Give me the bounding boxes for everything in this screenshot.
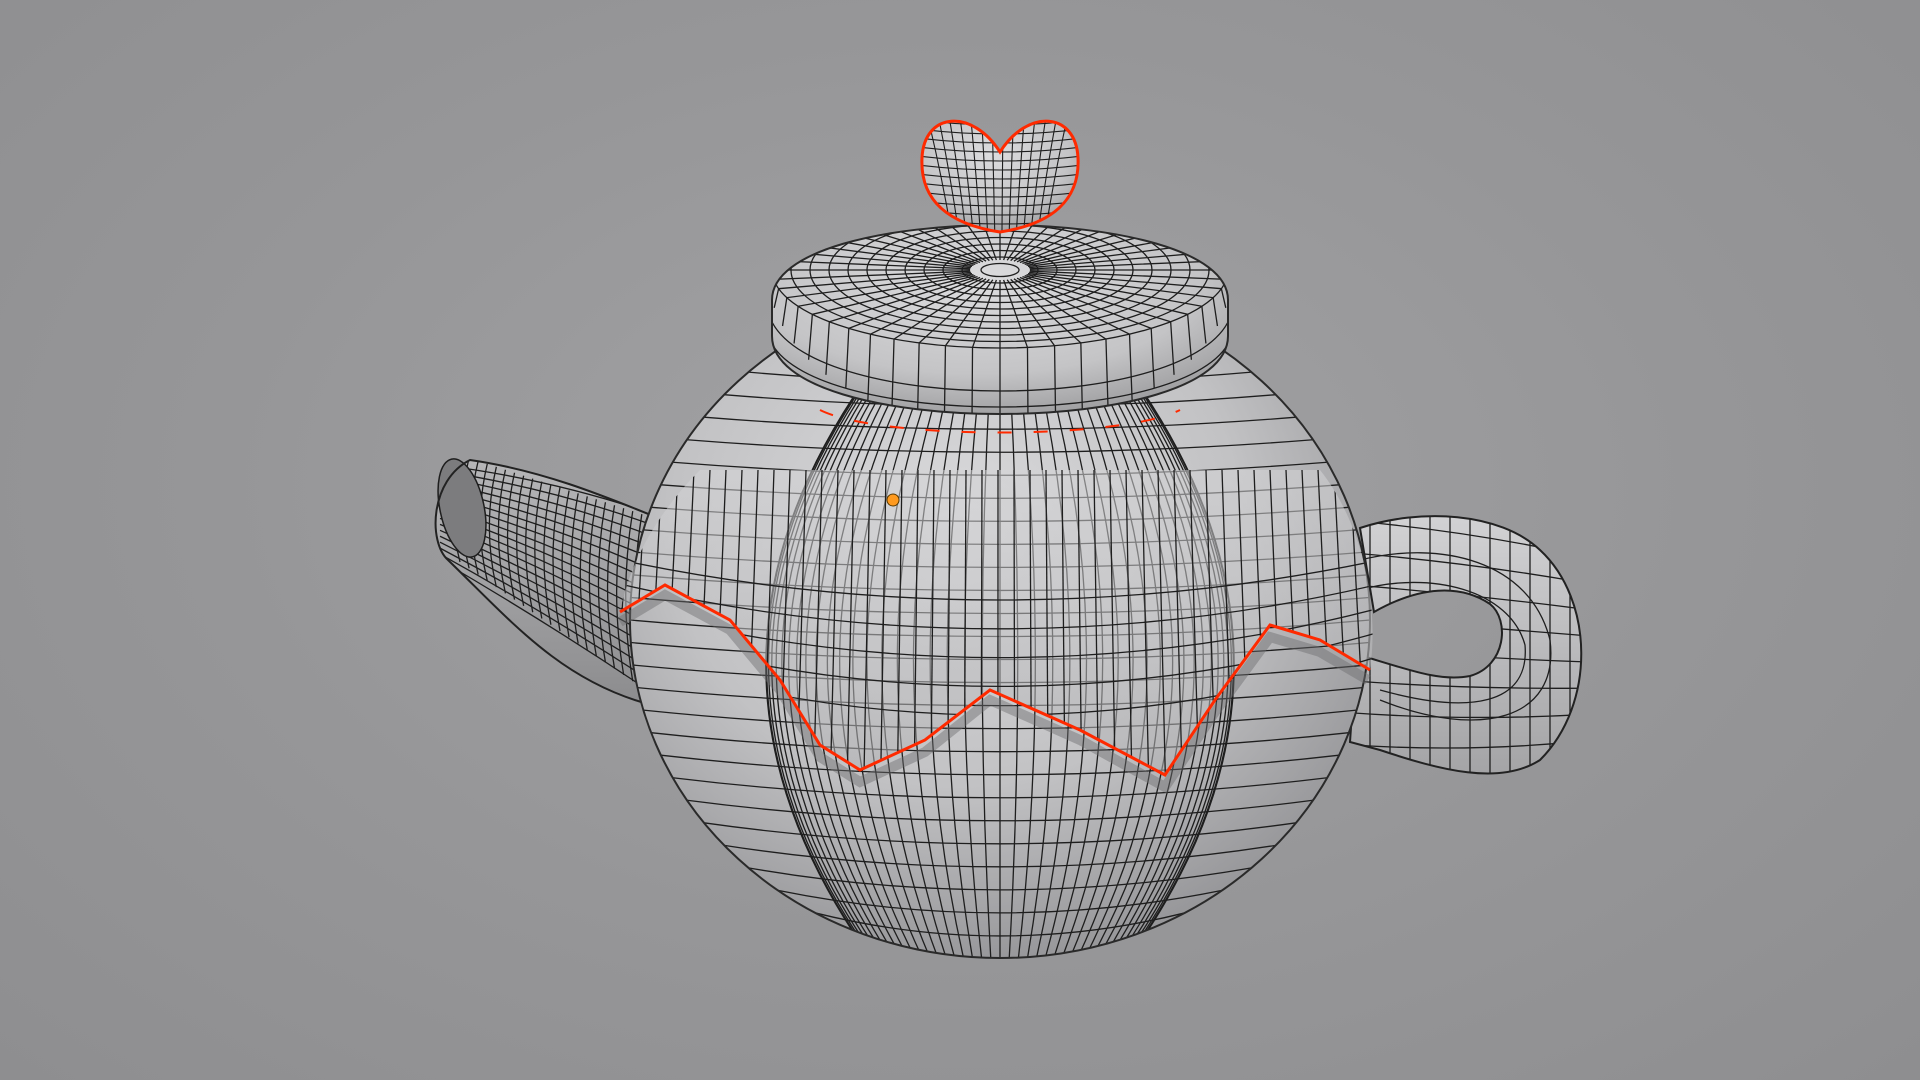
3d-viewport[interactable] — [0, 0, 1920, 1080]
teapot-handle[interactable] — [1340, 500, 1600, 790]
viewport-canvas[interactable] — [0, 0, 1920, 1080]
object-origin-point[interactable] — [886, 493, 900, 507]
teapot-lid-knob[interactable] — [918, 110, 1082, 235]
